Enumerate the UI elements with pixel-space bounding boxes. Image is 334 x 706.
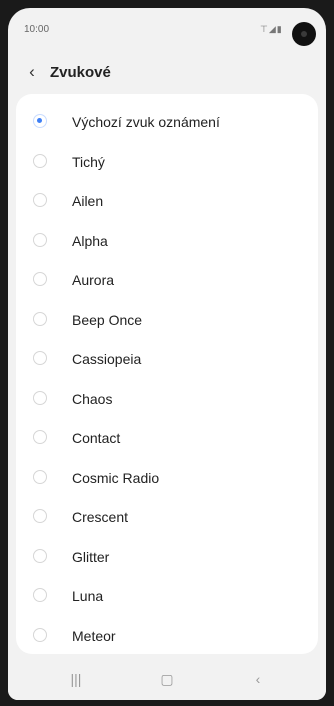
sound-option-label: Aurora [72, 272, 115, 288]
sound-option[interactable]: Aurora [16, 260, 318, 301]
page-header: ‹ Zvukové [8, 58, 326, 88]
radio-unselected-icon[interactable] [33, 153, 47, 168]
radio-unselected-icon[interactable] [33, 469, 47, 484]
radio-unselected-icon[interactable] [33, 588, 47, 602]
radio-unselected-icon[interactable] [33, 430, 47, 444]
sound-option[interactable]: Cassiopeia [16, 339, 318, 380]
sound-option-label: Cassiopeia [72, 351, 142, 367]
radio-unselected-icon[interactable] [33, 311, 47, 326]
sound-option-label: Ailen [72, 193, 104, 209]
radio-unselected-icon[interactable] [33, 272, 47, 286]
sound-option[interactable]: Glitter [16, 537, 318, 578]
navigation-bar: ||| ▢ ‹ [8, 658, 326, 700]
sound-option[interactable]: Beep Once [16, 300, 318, 341]
status-bar: 10:00 ⊤◢▮ [8, 8, 326, 52]
sound-option[interactable]: Chaos [16, 379, 318, 420]
radio-unselected-icon[interactable] [33, 193, 47, 207]
sound-option[interactable]: Ailen [16, 181, 318, 222]
status-icons: ⊤◢▮ [260, 24, 283, 34]
sound-option-label: Cosmic Radio [72, 469, 160, 486]
sound-option-label: Luna [72, 588, 104, 604]
sound-option-label: Výchozí zvuk oznámení [72, 114, 220, 130]
sound-option-label: Chaos [72, 390, 113, 407]
recents-button[interactable]: ||| [56, 668, 96, 690]
page-title: Zvukové [50, 64, 111, 81]
radio-unselected-icon[interactable] [33, 509, 47, 523]
radio-unselected-icon[interactable] [33, 232, 47, 247]
sound-option-label: Beep Once [72, 311, 143, 328]
radio-unselected-icon[interactable] [33, 390, 47, 405]
sound-option-label: Tichý [72, 153, 105, 170]
phone-screen: 10:00 ⊤◢▮ ‹ Zvukové Výchozí zvuk oznámen… [8, 8, 326, 700]
sound-option-label: Contact [72, 430, 121, 446]
sound-option[interactable]: Luna [16, 576, 318, 617]
sound-option[interactable]: Tichý [16, 142, 318, 183]
sound-option[interactable]: Meteor [16, 616, 318, 655]
sound-option-label: Glitter [72, 548, 110, 565]
front-camera-icon [292, 22, 316, 46]
home-button[interactable]: ▢ [147, 668, 187, 690]
radio-unselected-icon[interactable] [33, 351, 47, 365]
sound-option-label: Crescent [72, 509, 129, 525]
status-time: 10:00 [24, 24, 50, 35]
radio-unselected-icon[interactable] [33, 627, 47, 642]
sound-option[interactable]: Alpha [16, 221, 318, 262]
radio-selected-icon[interactable] [33, 114, 47, 128]
nav-back-button[interactable]: ‹ [238, 668, 278, 690]
sound-list: Výchozí zvuk oznámení Tichý Ailen Alpha Auro… [16, 94, 318, 654]
sound-option[interactable]: Výchozí zvuk oznámení [16, 102, 318, 143]
sound-option[interactable]: Cosmic Radio [16, 458, 318, 499]
sound-option[interactable]: Contact [16, 418, 318, 459]
sound-option[interactable]: Crescent [16, 497, 318, 538]
sound-option-label: Alpha [72, 232, 108, 249]
sound-option-label: Meteor [72, 627, 116, 644]
radio-unselected-icon[interactable] [33, 548, 47, 563]
back-arrow-icon[interactable]: ‹ [22, 62, 42, 82]
